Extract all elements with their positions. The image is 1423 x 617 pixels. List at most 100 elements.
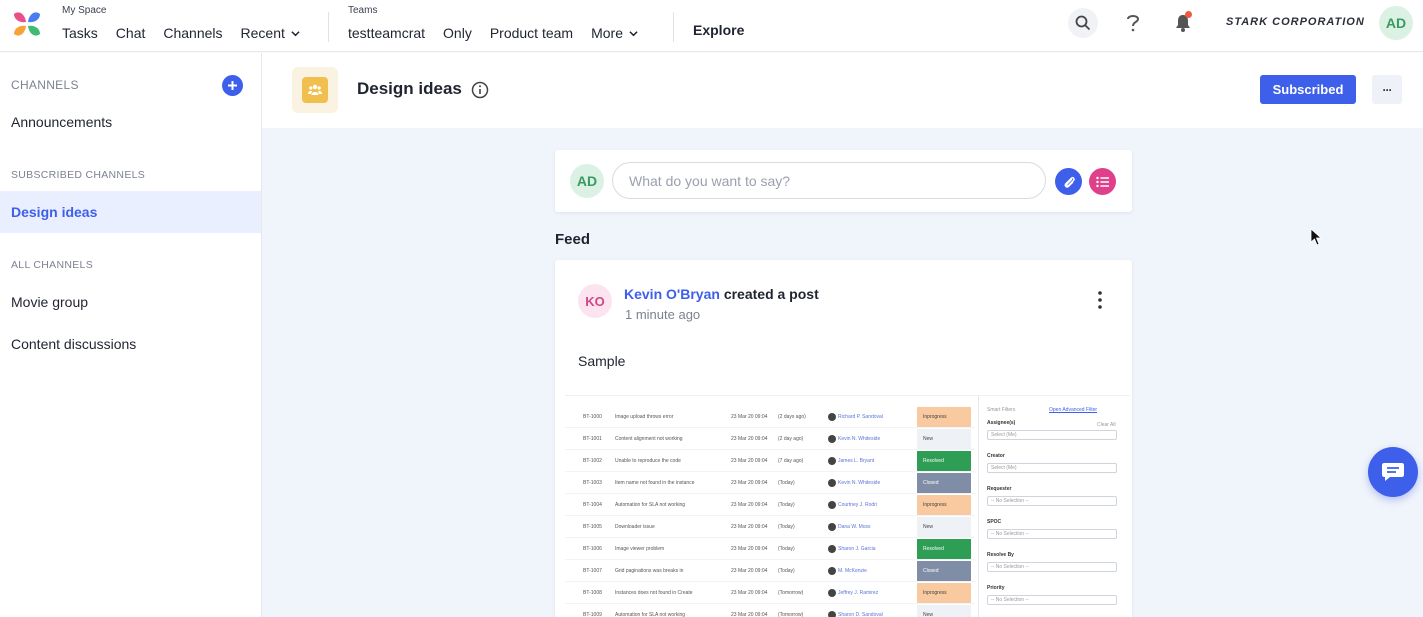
- teams-label: Teams: [348, 5, 378, 16]
- attachment-cell: Item name not found in the instance: [615, 480, 695, 486]
- post-author-avatar[interactable]: KO: [578, 284, 612, 318]
- sidebar-item-announcements[interactable]: Announcements: [0, 101, 261, 143]
- nav-team-product[interactable]: Product team: [490, 25, 573, 41]
- nav-team-only[interactable]: Only: [443, 25, 472, 41]
- nav-more[interactable]: More: [591, 25, 638, 41]
- attachment-cell: BT-1001: [583, 436, 602, 442]
- attachment-cell-assignee: Kevin N. Whiteside: [838, 436, 881, 442]
- attachment-table-row: BT-1004 Automation for SLA not working 23 …: [565, 494, 975, 516]
- attachment-status-badge: New: [917, 429, 971, 449]
- attachment-status-badge: Closed: [917, 561, 971, 581]
- attachment-cell: Unable to reproduce the code: [615, 458, 681, 464]
- attachment-status-badge: Resolved: [917, 539, 971, 559]
- my-space-label: My Space: [62, 5, 107, 16]
- attachment-filter-label: Resolve By: [987, 552, 1014, 558]
- attachment-table-row: BT-1003 Item name not found in the instan…: [565, 472, 975, 494]
- attachment-table-row: BT-1001 Content alignment not working 23 M…: [565, 428, 975, 450]
- company-logo: STARK CORPORATION: [1226, 16, 1365, 28]
- attachment-cell: BT-1007: [583, 568, 602, 574]
- attachment-cell-assignee: Courtney J. Rodri: [838, 502, 877, 508]
- nav-channels[interactable]: Channels: [163, 25, 222, 41]
- mouse-cursor-icon: [1310, 228, 1322, 246]
- add-channel-button[interactable]: [222, 75, 243, 96]
- attachment-cell: BT-1008: [583, 590, 602, 596]
- attachment-cell-assignee: Jeffrey J. Ramirez: [838, 590, 879, 596]
- nav-recent[interactable]: Recent: [241, 25, 300, 41]
- attachment-cell-assignee: Richard P. Sandoval: [838, 414, 883, 420]
- top-navigation-bar: My Space Tasks Chat Channels Recent Team…: [0, 0, 1423, 52]
- attachment-filter-panel: Smart Filters Open Advanced Filter Clear…: [978, 396, 1118, 617]
- help-icon: [1127, 15, 1140, 32]
- attachment-table-row: BT-1005 Downloader issue 23 Mar 20 09:04 (T…: [565, 516, 975, 538]
- post-author-link[interactable]: Kevin O'Bryan: [624, 286, 720, 302]
- help-button[interactable]: [1118, 8, 1148, 38]
- chat-fab-button[interactable]: [1368, 447, 1418, 497]
- attachment-table-row: BT-1009 Automation for SLA not working 23 …: [565, 604, 975, 617]
- subscribed-button[interactable]: Subscribed: [1260, 75, 1356, 104]
- panel-link: Open Advanced Filter: [1049, 407, 1098, 413]
- attachment-table-row: BT-1002 Unable to reproduce the code 23 Ma…: [565, 450, 975, 472]
- more-label: ···: [1382, 82, 1393, 97]
- attachment-user-avatar: [828, 413, 836, 421]
- info-icon[interactable]: [471, 81, 489, 99]
- attachment-cell: BT-1003: [583, 480, 602, 486]
- attachment-user-avatar: [828, 523, 836, 531]
- attachment-cell: 23 Mar 20 09:04: [731, 568, 768, 574]
- notifications-button[interactable]: [1168, 8, 1198, 38]
- notification-dot: [1185, 11, 1192, 18]
- attachment-cell: 23 Mar 20 09:04: [731, 436, 768, 442]
- panel-title: Smart Filters: [987, 407, 1016, 413]
- attachment-cell-assignee: Sharon J. Garcia: [838, 546, 876, 552]
- app-logo-icon[interactable]: [11, 8, 43, 40]
- chat-bubble-icon: [1382, 463, 1404, 481]
- poll-button[interactable]: [1089, 168, 1116, 195]
- post-header: Kevin O'Bryan created a post: [624, 286, 819, 302]
- attachment-cell-assignee: Dana W. Moss: [838, 524, 871, 530]
- channel-more-button[interactable]: ···: [1372, 75, 1402, 104]
- plus-icon: [228, 81, 237, 90]
- post-attachment-image[interactable]: BT-1000 Image upload throws error 23 Mar 2…: [565, 395, 1130, 617]
- attachment-cell: BT-1006: [583, 546, 602, 552]
- post-menu-icon[interactable]: [1093, 290, 1107, 310]
- attachment-cell: 23 Mar 20 09:04: [731, 612, 768, 617]
- channel-header: Design ideas Subscribed ···: [262, 53, 1423, 128]
- sidebar-item-content-discussions[interactable]: Content discussions: [0, 323, 261, 365]
- attachment-cell: Automation for SLA not working: [615, 612, 686, 617]
- attachment-user-avatar: [828, 567, 836, 575]
- attachment-cell: (2 day ago): [778, 436, 804, 442]
- nav-tasks[interactable]: Tasks: [62, 25, 98, 41]
- attachment-cell: (2 days ago): [778, 414, 806, 420]
- attachment-cell: (Today): [778, 568, 795, 574]
- post-composer: AD What do you want to say?: [555, 150, 1132, 212]
- nav-chat[interactable]: Chat: [116, 25, 146, 41]
- attachment-cell: BT-1002: [583, 458, 602, 464]
- attachment-cell: 23 Mar 20 09:04: [731, 546, 768, 552]
- attachment-status-badge: Inprogress: [917, 495, 971, 515]
- attachment-user-avatar: [828, 501, 836, 509]
- attachment-cell: Downloader issue: [615, 524, 655, 530]
- attachment-cell: 23 Mar 20 09:04: [731, 590, 768, 596]
- attachment-cell: Content alignment not working: [615, 436, 683, 442]
- nav-divider: [673, 12, 674, 42]
- attachment-filter-label: SPOC: [987, 519, 1002, 525]
- attachment-filter-select: -- No Selection --: [987, 595, 1117, 605]
- post-body: Sample: [578, 353, 626, 369]
- attachment-filter-label: Creator: [987, 453, 1005, 459]
- feed-heading: Feed: [555, 231, 591, 248]
- sidebar-item-movie-group[interactable]: Movie group: [0, 281, 261, 323]
- channel-title: Design ideas: [357, 79, 462, 98]
- sidebar-item-design-ideas[interactable]: Design ideas: [0, 191, 261, 233]
- attachment-cell: Automation for SLA not working: [615, 502, 686, 508]
- search-button[interactable]: [1068, 8, 1098, 38]
- nav-explore[interactable]: Explore: [693, 22, 744, 38]
- chevron-down-icon: [291, 30, 300, 36]
- nav-team-testteamcrat[interactable]: testteamcrat: [348, 25, 425, 41]
- attachment-filter-select: Select (Me): [987, 430, 1117, 440]
- attach-button[interactable]: [1055, 168, 1082, 195]
- composer-avatar: AD: [570, 164, 604, 198]
- attachment-cell: Image viewer problem: [615, 546, 665, 552]
- attachment-table-row: BT-1008 Instances does not found in Creat…: [565, 582, 975, 604]
- post-input[interactable]: What do you want to say?: [612, 162, 1046, 199]
- attachment-cell: (Today): [778, 502, 795, 508]
- user-avatar[interactable]: AD: [1379, 6, 1413, 40]
